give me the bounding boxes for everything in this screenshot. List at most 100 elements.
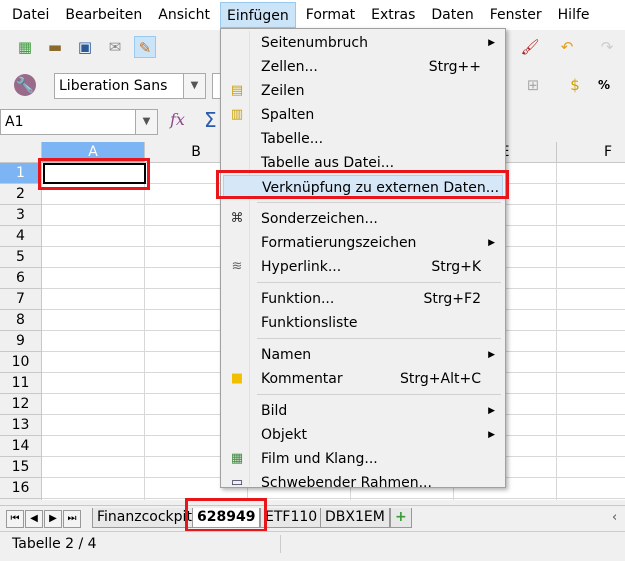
menu-item-schwebender-rahmen[interactable]: ▭ Schwebender Rahmen...: [223, 471, 503, 495]
submenu-arrow-icon: ▶: [488, 38, 495, 48]
scroll-left-icon[interactable]: ‹: [612, 510, 617, 525]
new-spreadsheet-icon[interactable]: ▦: [14, 36, 36, 58]
sheet-tab-finanzcockpit[interactable]: Finanzcockpit: [92, 508, 197, 528]
add-sheet-icon[interactable]: +: [390, 508, 412, 528]
menu-item-tabelle[interactable]: Tabelle...: [223, 127, 503, 151]
menu-format[interactable]: Format: [300, 2, 361, 28]
gridline: [42, 498, 625, 499]
menu-datei[interactable]: Datei: [6, 2, 55, 28]
row-header-5[interactable]: 5: [0, 247, 42, 268]
prev-sheet-button[interactable]: ◀: [25, 510, 43, 528]
menu-item-seitenumbruch[interactable]: Seitenumbruch ▶: [223, 31, 503, 55]
last-sheet-button[interactable]: ⏭: [63, 510, 81, 528]
font-name-value: Liberation Sans: [59, 78, 168, 94]
menu-item-label: Verknüpfung zu externen Daten...: [262, 180, 500, 196]
row-header-8[interactable]: 8: [0, 310, 42, 331]
menu-item-hyperlink[interactable]: ≋ Hyperlink... Strg+K: [223, 255, 503, 279]
name-box[interactable]: A1 ▼: [0, 109, 158, 135]
row-header-9[interactable]: 9: [0, 331, 42, 352]
menu-item-label: Sonderzeichen...: [261, 211, 378, 227]
currency-icon[interactable]: $: [564, 74, 586, 96]
menu-item-label: Zeilen: [261, 83, 305, 99]
menu-einfuegen[interactable]: Einfügen: [219, 2, 296, 28]
redo-icon[interactable]: ↷: [596, 36, 618, 58]
menu-daten[interactable]: Daten: [425, 2, 479, 28]
menu-item-funktionsliste[interactable]: Funktionsliste: [223, 311, 503, 335]
next-sheet-button[interactable]: ▶: [44, 510, 62, 528]
styles-icon[interactable]: 🔧: [14, 74, 36, 96]
menu-item-label: Spalten: [261, 107, 315, 123]
sum-icon[interactable]: Σ: [204, 108, 217, 132]
menu-item-objekt[interactable]: Objekt ▶: [223, 423, 503, 447]
row-header-6[interactable]: 6: [0, 268, 42, 289]
row-header-4[interactable]: 4: [0, 226, 42, 247]
row-header-12[interactable]: 12: [0, 394, 42, 415]
status-bar: Tabelle 2 / 4: [0, 531, 625, 556]
email-icon[interactable]: ✉: [104, 36, 126, 58]
menu-item-bild[interactable]: Bild ▶: [223, 399, 503, 423]
chevron-down-icon[interactable]: ▼: [183, 74, 205, 98]
menu-item-label: Kommentar: [261, 371, 343, 387]
menu-item-zeilen[interactable]: ▤ Zeilen: [223, 79, 503, 103]
menu-item-shortcut: Strg+K: [431, 259, 481, 275]
row-header-16[interactable]: 16: [0, 478, 42, 499]
submenu-arrow-icon: ▶: [488, 430, 495, 440]
row-header-10[interactable]: 10: [0, 352, 42, 373]
floating-frame-icon: ▭: [230, 475, 244, 490]
menu-item-label: Seitenumbruch: [261, 35, 368, 51]
sheet-tab-dbx1em[interactable]: DBX1EM: [320, 508, 390, 528]
menu-extras[interactable]: Extras: [365, 2, 421, 28]
chevron-down-icon[interactable]: ▼: [135, 110, 157, 134]
open-folder-icon[interactable]: ▬: [44, 36, 66, 58]
menu-item-label: Formatierungszeichen: [261, 235, 417, 251]
sheet-tab-628949[interactable]: 628949: [192, 508, 261, 528]
menu-item-spalten[interactable]: ▥ Spalten: [223, 103, 503, 127]
clone-format-icon[interactable]: 🖌: [519, 36, 541, 58]
menu-fenster[interactable]: Fenster: [484, 2, 548, 28]
save-icon[interactable]: ▣: [74, 36, 96, 58]
row-header-17[interactable]: 17: [0, 499, 42, 500]
row-header-3[interactable]: 3: [0, 205, 42, 226]
menu-item-formatierungszeichen[interactable]: Formatierungszeichen ▶: [223, 231, 503, 255]
menu-item-tabelle-aus-datei[interactable]: Tabelle aus Datei...: [223, 151, 503, 175]
menu-item-label: Zellen...: [261, 59, 318, 75]
column-header-A[interactable]: A: [42, 142, 145, 163]
column-header-F[interactable]: F: [557, 142, 625, 163]
menu-item-label: Funktionsliste: [261, 315, 358, 331]
menu-item-zellen[interactable]: Zellen... Strg++: [223, 55, 503, 79]
edit-mode-icon[interactable]: ✎: [134, 36, 156, 58]
row-header-11[interactable]: 11: [0, 373, 42, 394]
menu-separator: [257, 202, 501, 203]
menu-item-label: Tabelle...: [261, 131, 324, 147]
corner-select-all[interactable]: [0, 142, 42, 163]
undo-icon[interactable]: ↶: [556, 36, 578, 58]
menu-item-funktion[interactable]: Funktion... Strg+F2: [223, 287, 503, 311]
menu-hilfe[interactable]: Hilfe: [552, 2, 596, 28]
menu-item-label: Schwebender Rahmen...: [261, 475, 432, 491]
sheet-tab-bar: ⏮ ◀ ▶ ⏭ Finanzcockpit 628949 ETF110 DBX1…: [0, 505, 625, 530]
menu-item-namen[interactable]: Namen ▶: [223, 343, 503, 367]
row-header-7[interactable]: 7: [0, 289, 42, 310]
percent-format-button[interactable]: %: [598, 78, 610, 92]
merge-cells-icon[interactable]: ⊞: [522, 74, 544, 96]
menu-item-verknüpfung-zu-externen-daten[interactable]: Verknüpfung zu externen Daten...: [223, 175, 503, 199]
menu-item-sonderzeichen[interactable]: ⌘ Sonderzeichen...: [223, 207, 503, 231]
menu-bearbeiten[interactable]: Bearbeiten: [59, 2, 148, 28]
selected-cell-a1[interactable]: [43, 163, 146, 184]
row-header-2[interactable]: 2: [0, 184, 42, 205]
menu-separator: [257, 338, 501, 339]
menu-item-kommentar[interactable]: ■ Kommentar Strg+Alt+C: [223, 367, 503, 391]
menu-item-label: Tabelle aus Datei...: [261, 155, 395, 171]
menu-item-label: Film und Klang...: [261, 451, 378, 467]
row-header-14[interactable]: 14: [0, 436, 42, 457]
row-header-1[interactable]: 1: [0, 163, 42, 184]
row-header-13[interactable]: 13: [0, 415, 42, 436]
sheet-tab-etf110[interactable]: ETF110: [260, 508, 323, 528]
first-sheet-button[interactable]: ⏮: [6, 510, 24, 528]
row-header-15[interactable]: 15: [0, 457, 42, 478]
font-name-input[interactable]: Liberation Sans ▼: [54, 73, 206, 99]
sheet-indicator: Tabelle 2 / 4: [12, 536, 97, 552]
function-wizard-icon[interactable]: fx: [170, 110, 185, 129]
menu-ansicht[interactable]: Ansicht: [152, 2, 216, 28]
menu-item-film-und-klang[interactable]: ▦ Film und Klang...: [223, 447, 503, 471]
